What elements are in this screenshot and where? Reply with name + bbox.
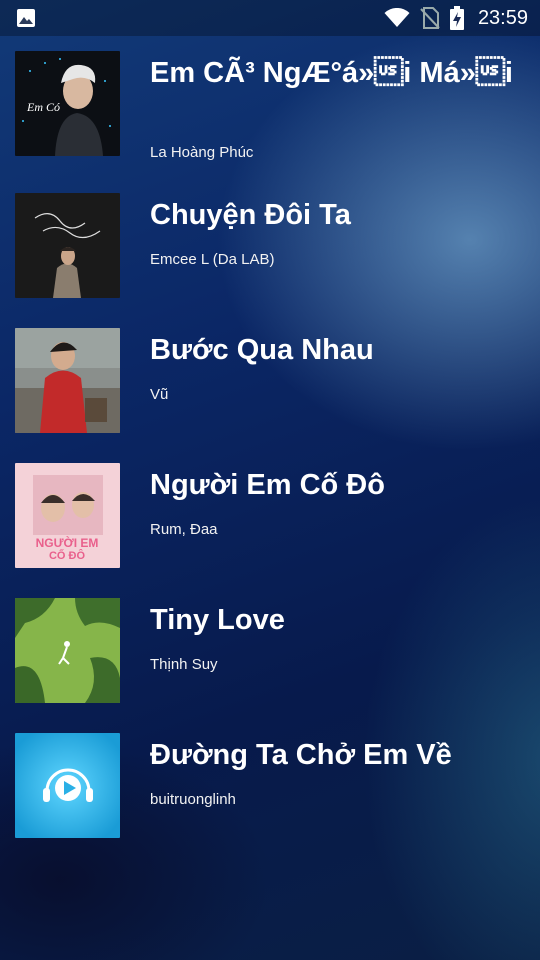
song-title: Đường Ta Chở Em Về [150, 739, 452, 771]
song-artist: Vũ [150, 386, 169, 403]
song-item[interactable]: Đường Ta Chở Em Về buitruonglinh [0, 718, 540, 838]
battery-charging-icon [449, 6, 464, 30]
song-item[interactable]: Em Có Em CÃ³ NgÆ°á» i Má» i La Hoàng Phú… [0, 36, 540, 161]
song-artist: Rum, Đaa [150, 521, 218, 538]
song-artist: La Hoàng Phúc [150, 144, 254, 161]
song-artist: Thịnh Suy [150, 656, 218, 673]
song-item[interactable]: Tiny Love Thịnh Suy [0, 583, 540, 703]
album-cover-duong-ta-cho-em-ve [15, 733, 120, 838]
image-icon [16, 8, 36, 28]
album-cover-tiny-love [15, 598, 120, 703]
svg-text:Em Có: Em Có [26, 100, 60, 114]
svg-text:NGƯỜI EM: NGƯỜI EM [36, 535, 99, 550]
album-cover-nguoi-em-co-do: NGƯỜI EM CỐ ĐÔ [15, 463, 120, 568]
song-title: Người Em Cố Đô [150, 469, 385, 501]
clock: 23:59 [477, 6, 528, 29]
song-artist: buitruonglinh [150, 791, 236, 808]
song-title: Em CÃ³ NgÆ°á» i Má» i [150, 57, 513, 89]
no-sim-icon [420, 7, 440, 29]
song-item[interactable]: Bước Qua Nhau Vũ [0, 313, 540, 433]
song-item[interactable]: Chuyện Đôi Ta Emcee L (Da LAB) [0, 178, 540, 298]
album-cover-em-co-nguoi-moi: Em Có [15, 51, 120, 156]
song-title: Chuyện Đôi Ta [150, 199, 351, 231]
album-cover-chuyen-doi-ta [15, 193, 120, 298]
svg-text:CỐ ĐÔ: CỐ ĐÔ [49, 548, 86, 562]
song-item[interactable]: NGƯỜI EM CỐ ĐÔ Người Em Cố Đô Rum, Đaa [0, 448, 540, 568]
wifi-icon [384, 8, 410, 28]
song-title: Tiny Love [150, 604, 285, 636]
status-bar: 23:59 [0, 0, 540, 36]
album-cover-buoc-qua-nhau [15, 328, 120, 433]
song-title: Bước Qua Nhau [150, 334, 374, 366]
song-artist: Emcee L (Da LAB) [150, 251, 275, 268]
